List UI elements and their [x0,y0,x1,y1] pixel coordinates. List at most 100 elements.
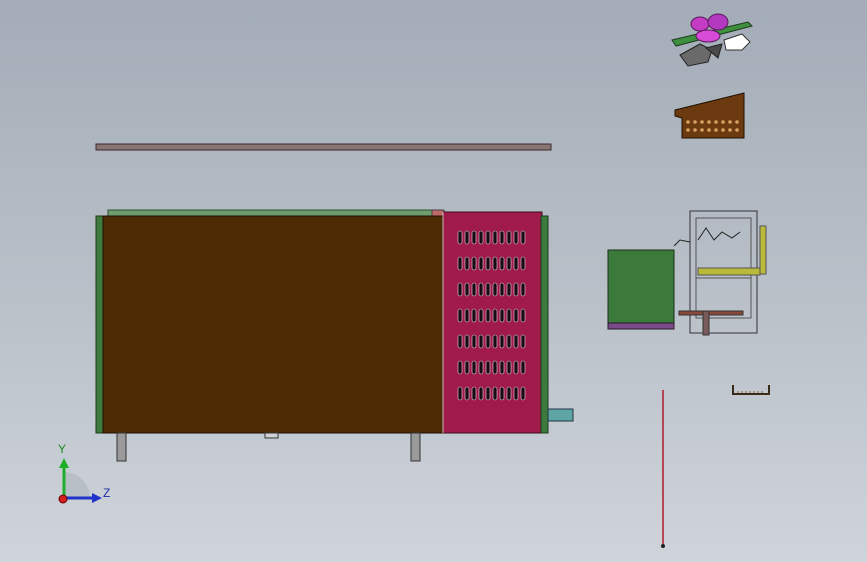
vent-slot-icon [457,282,463,297]
vent-slot-icon [471,386,477,401]
vent-slot-icon [464,256,470,271]
cabinet-body-panel[interactable] [102,215,444,434]
vent-slot-icon [478,230,484,245]
leg-left [116,432,127,462]
wedge-hole [700,128,704,132]
triad-icon [58,458,102,504]
wedge-hole [693,120,697,124]
vent-slot-icon [457,308,463,323]
leg-middle [264,432,279,439]
vent-slot-icon [492,308,498,323]
vent-slot-icon [464,360,470,375]
cabinet-top-strip [107,209,439,217]
wedge-hole [700,120,704,124]
vent-slot-icon [471,334,477,349]
vent-slot-icon [471,282,477,297]
vent-slot-icon [478,308,484,323]
bracket-icon[interactable] [732,385,770,395]
wedge-hole [735,128,739,132]
vent-slot-icon [513,360,519,375]
vent-slot-icon [506,282,512,297]
vent-slot-icon [506,308,512,323]
vent-slot-icon [492,230,498,245]
vent-slot-icon [457,360,463,375]
unit-yellow-pipe-v [759,225,767,275]
fan-assembly-icon[interactable] [671,13,753,67]
leg-right [410,432,421,462]
vent-slot-icon [520,308,526,323]
cad-viewport[interactable]: Y Z [0,0,867,562]
vent-slot-icon [471,256,477,271]
vent-slot-icon [464,308,470,323]
cabinet-top-strip-right [431,209,445,217]
vent-slot-icon [478,282,484,297]
wedge-hole [721,120,725,124]
unit-purple-base [607,322,675,330]
wedge-hole [728,128,732,132]
cabinet-legs[interactable] [116,432,421,462]
vent-slot-icon [485,334,491,349]
vent-slot-icon [513,308,519,323]
wedge-hole [707,120,711,124]
vent-slot-icon [471,230,477,245]
vent-slot-icon [506,230,512,245]
vent-slot-icon [464,282,470,297]
vent-slot-icon [471,308,477,323]
wedge-hole [686,120,690,124]
vent-slot-icon [513,230,519,245]
triad-z-label: Z [103,486,111,500]
vent-slot-icon [478,334,484,349]
top-rail-part[interactable] [95,143,552,151]
wedge-hole [735,120,739,124]
vent-slot-icon [485,282,491,297]
unit-green-panel[interactable] [607,249,675,325]
vent-slot-icon [520,256,526,271]
vent-slot-icon [464,386,470,401]
teal-stand-part[interactable] [547,408,574,422]
cabinet-assembly[interactable] [95,209,549,434]
vent-slot-icon [499,230,505,245]
unit-yellow-pipe-h [697,267,761,276]
vent-slot-icon [513,282,519,297]
vent-slot-icon [520,386,526,401]
vent-slot-icon [520,334,526,349]
vent-slot-icon [485,360,491,375]
unit-brown-rail [678,310,744,316]
vent-slot-icon [506,360,512,375]
vent-slot-icon [485,308,491,323]
vent-slot-icon [492,256,498,271]
vent-slot-icon [492,282,498,297]
vent-slot-icon [513,334,519,349]
vent-slot-icon [464,334,470,349]
vent-slot-icon [492,386,498,401]
model-canvas[interactable] [0,0,867,562]
vent-slot-icon [499,256,505,271]
vent-slot-icon [499,334,505,349]
vent-slot-icon [485,230,491,245]
cabinet-magenta-panel[interactable] [442,211,543,434]
vent-slot-icon [513,256,519,271]
vent-slot-icon [478,256,484,271]
wedge-hole [721,128,725,132]
vent-slot-icon [499,308,505,323]
vent-slot-icon [499,282,505,297]
vent-slot-icon [506,386,512,401]
vent-slot-icon [485,256,491,271]
vent-slot-icon [478,360,484,375]
vent-slot-icon [492,334,498,349]
vent-slot-icon [520,360,526,375]
vent-slot-icon [457,386,463,401]
vent-slot-icon [499,386,505,401]
vent-slot-icon [464,230,470,245]
wedge-hole [693,128,697,132]
cabinet-right-trim [540,215,549,434]
brown-wedge-part[interactable] [674,92,745,139]
wedge-hole [714,128,718,132]
cabinet-left-trim [95,215,104,434]
condenser-unit[interactable] [607,210,767,336]
vertical-rod-part[interactable] [661,390,665,548]
vent-slot-icon [520,230,526,245]
vent-slot-icon [478,386,484,401]
vent-slot-icon [506,256,512,271]
wedge-hole [707,128,711,132]
